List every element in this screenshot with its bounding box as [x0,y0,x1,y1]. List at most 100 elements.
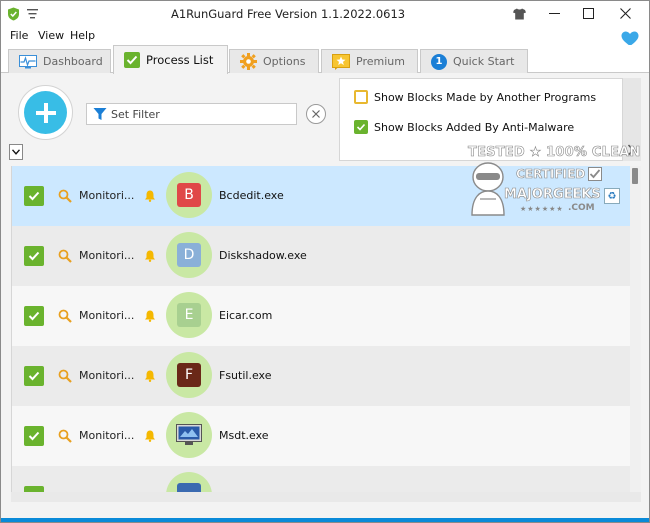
process-row[interactable]: Monitori... E Eicar.com [12,286,630,346]
checkmark-icon [28,431,40,441]
bell-icon[interactable] [144,430,156,442]
process-row[interactable]: Monitori... Msdt.exe [12,406,630,466]
bell-icon[interactable] [144,310,156,322]
process-row[interactable]: Monitori... F Fsutil.exe [12,346,630,406]
minimize-button[interactable] [539,1,569,25]
tab-options[interactable]: Options [229,49,319,73]
enable-checkbox[interactable] [24,186,44,206]
list-horizontal-scrollbar[interactable] [11,492,641,502]
tab-dashboard[interactable]: Dashboard [8,49,111,73]
chevron-down-icon [12,149,20,155]
tab-label: Process List [146,53,214,67]
process-letter-icon: F [177,363,201,387]
dashboard-icon [19,54,37,68]
menu-file[interactable]: File [10,29,28,42]
process-icon-badge: E [166,292,212,338]
watermark-dotcom-text: .COM [568,203,595,213]
tab-premium[interactable]: Premium [321,49,418,73]
scrollbar-thumb[interactable] [632,168,638,184]
filter-box[interactable] [86,103,297,125]
magnifier-icon [58,369,72,383]
sort-dropdown[interactable] [9,144,23,160]
tab-label: Options [263,55,306,68]
certified-check-icon [588,167,602,181]
checkmark-icon [356,123,366,131]
title-bar: A1RunGuard Free Version 1.1.2022.0613 [1,1,649,27]
hamburger-menu-icon[interactable] [27,9,38,19]
info-number-icon: 1 [431,53,447,70]
clear-filter-button[interactable] [306,104,326,124]
process-letter-icon: D [177,243,201,267]
process-letter-icon: B [177,183,201,207]
option-label: Show Blocks Made by Another Programs [374,90,597,104]
option-other-programs[interactable]: Show Blocks Made by Another Programs [354,90,596,104]
shield-check-icon [8,7,19,21]
checkmark-icon [28,251,40,261]
tab-label: Premium [356,55,405,68]
minimize-icon [548,12,560,14]
enable-checkbox[interactable] [24,426,44,446]
watermark-stars: ★★★★★★ [520,205,564,213]
close-button[interactable] [610,1,640,25]
watermark-certified-text: CERTIFIED [516,167,586,182]
bell-icon[interactable] [144,250,156,262]
enable-checkbox[interactable] [24,306,44,326]
monitor-mode[interactable]: Monitori... [79,369,134,382]
process-icon-badge [166,412,212,458]
checkmark-icon [28,311,40,321]
magnifier-icon [58,249,72,263]
option-label: Show Blocks Added By Anti-Malware [374,120,575,134]
checkmark-icon [28,191,40,201]
watermark-majorgeeks-text: MAJORGEEKS [504,187,601,203]
maximize-button[interactable] [573,1,603,25]
process-icon-badge: F [166,352,212,398]
menu-help[interactable]: Help [70,29,95,42]
process-name: Diskshadow.exe [219,249,307,262]
enable-checkbox[interactable] [24,366,44,386]
tab-quick-start[interactable]: 1 Quick Start [420,49,528,73]
majorgeeks-watermark: TESTED ★ 100% CLEAN CERTIFIED MAJORGEEKS… [464,143,641,221]
checkmark-icon [28,371,40,381]
close-icon [312,110,320,118]
process-icon-badge: D [166,232,212,278]
enable-checkbox[interactable] [24,246,44,266]
tshirt-icon[interactable] [513,8,526,20]
process-letter-icon: E [177,303,201,327]
recycle-icon[interactable]: ♻ [604,188,620,204]
process-name: Bcdedit.exe [219,189,284,202]
tab-label: Quick Start [453,55,515,68]
menu-view[interactable]: View [38,29,64,42]
process-name: Msdt.exe [219,429,269,442]
monitor-mode[interactable]: Monitori... [79,309,134,322]
msdt-program-icon [176,424,202,445]
process-row[interactable]: Monitori... D Diskshadow.exe [12,226,630,286]
add-process-button[interactable] [18,85,73,140]
bell-icon[interactable] [144,370,156,382]
magnifier-icon [58,429,72,443]
checkbox-unchecked[interactable] [354,90,368,104]
monitor-mode[interactable]: Monitori... [79,189,134,202]
magnifier-icon [58,309,72,323]
monitor-mode[interactable]: Monitori... [79,429,134,442]
plus-icon [35,102,56,123]
bottom-accent-bar [1,518,649,522]
close-icon [619,7,631,19]
watermark-tested-text: TESTED ★ 100% CLEAN [468,145,641,161]
process-icon-badge: B [166,172,212,218]
tab-process-list[interactable]: Process List [113,45,228,74]
list-vertical-scrollbar[interactable] [630,166,641,492]
filter-input[interactable] [111,107,291,121]
tab-bar: Dashboard Process List Options Premium 1… [1,45,649,74]
monitor-mode[interactable]: Monitori... [79,249,134,262]
bell-icon[interactable] [144,190,156,202]
tab-label: Dashboard [43,55,103,68]
app-window: A1RunGuard Free Version 1.1.2022.0613 Fi… [0,0,650,523]
window-title: A1RunGuard Free Version 1.1.2022.0613 [171,7,406,21]
process-letter-icon [177,483,201,492]
process-name: Fsutil.exe [219,369,272,382]
process-row[interactable] [12,466,630,492]
option-anti-malware[interactable]: Show Blocks Added By Anti-Malware [354,120,574,134]
process-name: Eicar.com [219,309,273,322]
checkbox-checked[interactable] [354,120,368,134]
process-icon-badge [166,472,212,492]
